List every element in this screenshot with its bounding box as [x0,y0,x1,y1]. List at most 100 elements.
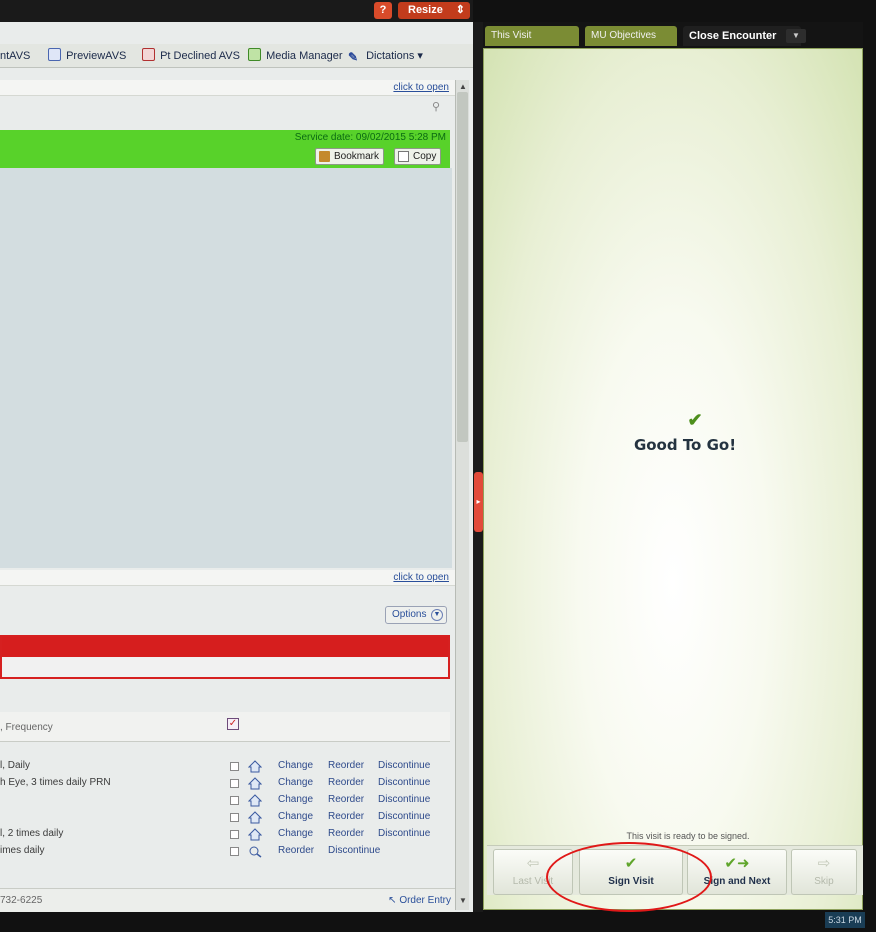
med-checkbox[interactable] [230,779,239,788]
house-icon [247,777,263,790]
copy-icon [398,151,409,162]
resize-arrow-icon: ⇕ [455,4,465,16]
status-title: Good To Go! [633,436,737,454]
phone-number: 732-6225 [0,895,43,906]
order-entry-label: Order Entry [399,895,451,906]
note-footer-bar: click to open [0,570,455,586]
highlight-circle [546,842,712,912]
bookmark-label: Bookmark [334,151,380,162]
click-to-open-top-link[interactable]: click to open [393,82,449,93]
med-name: imes daily [0,845,45,856]
copy-button[interactable]: Copy [394,148,442,165]
left-panel: ntAVS PreviewAVS Pt Declined AVS Media M… [0,22,473,912]
taskbar-clock: 5:31 PM [825,912,865,928]
pin-icon[interactable]: ⚲ [432,100,446,114]
alert-box [0,635,450,679]
chevron-down-icon: ▼ [431,609,443,621]
reorder-link[interactable]: Reorder [328,828,364,839]
change-link[interactable]: Change [278,760,313,771]
med-checkbox[interactable] [230,762,239,771]
dictations-dropdown-icon: ▾ [417,50,423,62]
reorder-link[interactable]: Reorder [328,760,364,771]
dictations-label: Dictations [366,50,415,62]
house-icon [247,811,263,824]
change-link[interactable]: Change [278,811,313,822]
avs-toolbar: ntAVS PreviewAVS Pt Declined AVS Media M… [0,44,473,68]
tab-close-encounter[interactable]: Close Encounter [683,26,801,46]
med-checkbox[interactable] [230,813,239,822]
house-icon [247,760,263,773]
left-scrollbar[interactable]: ▲ ▼ [455,80,469,910]
tab-mu-objectives[interactable]: MU Objectives [585,26,677,46]
medications-header: , Frequency ✓ [0,712,450,742]
med-row: l, 2 times daily Change Reorder Disconti… [0,826,450,843]
discontinue-link[interactable]: Discontinue [328,845,380,856]
checkmark-icon: ✔ [687,410,703,430]
discontinue-link[interactable]: Discontinue [378,760,430,771]
pt-declined-avs-label: Pt Declined AVS [160,50,240,62]
preview-icon [48,48,61,61]
scroll-down-icon[interactable]: ▼ [458,896,468,906]
discontinue-link[interactable]: Discontinue [378,811,430,822]
discontinue-link[interactable]: Discontinue [378,777,430,788]
discontinue-link[interactable]: Discontinue [378,828,430,839]
med-name: l, 2 times daily [0,828,64,839]
pill-icon [248,845,262,858]
declined-icon [142,48,155,61]
reorder-link[interactable]: Reorder [328,777,364,788]
change-link[interactable]: Change [278,828,313,839]
print-avs-button[interactable]: ntAVS [0,48,30,64]
click-to-open-bottom-link[interactable]: click to open [393,572,449,583]
splitter-handle[interactable]: ▸ [474,472,483,532]
arrow-right-icon: ⇨ [817,855,831,872]
tab-chevron-down-icon[interactable]: ▼ [786,29,806,43]
help-button[interactable]: ? [374,2,392,19]
dictations-button[interactable]: ✎ Dictations ▾ [348,48,423,64]
house-icon [247,828,263,841]
media-manager-label: Media Manager [266,50,343,62]
media-icon [248,48,261,61]
encounter-tabs: This Visit MU Objectives Close Encounter [483,22,863,48]
note-section-header: click to open [0,80,455,96]
resize-button[interactable]: Resize ⇕ [398,2,470,19]
skip-label: Skip [814,876,834,887]
skip-button[interactable]: ⇨ Skip [791,849,857,895]
reorder-link[interactable]: Reorder [328,794,364,805]
change-link[interactable]: Change [278,794,313,805]
med-row: l, Daily Change Reorder Discontinue [0,758,450,775]
close-encounter-panel [483,48,863,910]
note-content-area[interactable] [0,168,452,568]
screen-frame: ? Resize ⇕ ntAVS PreviewAVS Pt Declined … [0,0,876,932]
med-checkbox[interactable] [230,796,239,805]
app-topbar: ? Resize ⇕ [0,0,473,22]
tab-this-visit[interactable]: This Visit [485,26,579,46]
reorder-link[interactable]: Reorder [328,811,364,822]
med-row: h Eye, 3 times daily PRN Change Reorder … [0,775,450,792]
pane-splitter[interactable]: ▸ [473,22,483,912]
select-all-checkbox[interactable]: ✓ [227,718,239,730]
med-row: imes daily Reorder Discontinue [0,843,450,860]
preview-avs-button[interactable]: PreviewAVS [48,48,126,64]
order-entry-link[interactable]: ↖ Order Entry [388,895,451,906]
service-date: Service date: 09/02/2015 5:28 PM [294,132,446,143]
med-row: Change Reorder Discontinue [0,792,450,809]
options-button[interactable]: Options ▼ [385,606,447,624]
med-name: h Eye, 3 times daily PRN [0,777,111,788]
order-entry-arrow-icon: ↖ [388,895,400,906]
options-label: Options [392,609,427,620]
left-footer: 732-6225 ↖ Order Entry [0,888,455,912]
print-avs-label: ntAVS [0,50,31,62]
discontinue-link[interactable]: Discontinue [378,794,430,805]
resize-label: Resize [408,4,443,16]
scroll-up-icon[interactable]: ▲ [458,82,468,92]
med-name: l, Daily [0,760,31,771]
media-manager-button[interactable]: Media Manager [248,48,343,64]
preview-avs-label: PreviewAVS [66,50,127,62]
bookmark-button[interactable]: Bookmark [315,148,385,165]
scroll-thumb[interactable] [457,92,468,442]
pt-declined-avs-button[interactable]: Pt Declined AVS [142,48,240,64]
med-checkbox[interactable] [230,830,239,839]
reorder-link[interactable]: Reorder [278,845,314,856]
change-link[interactable]: Change [278,777,313,788]
med-checkbox[interactable] [230,847,239,856]
